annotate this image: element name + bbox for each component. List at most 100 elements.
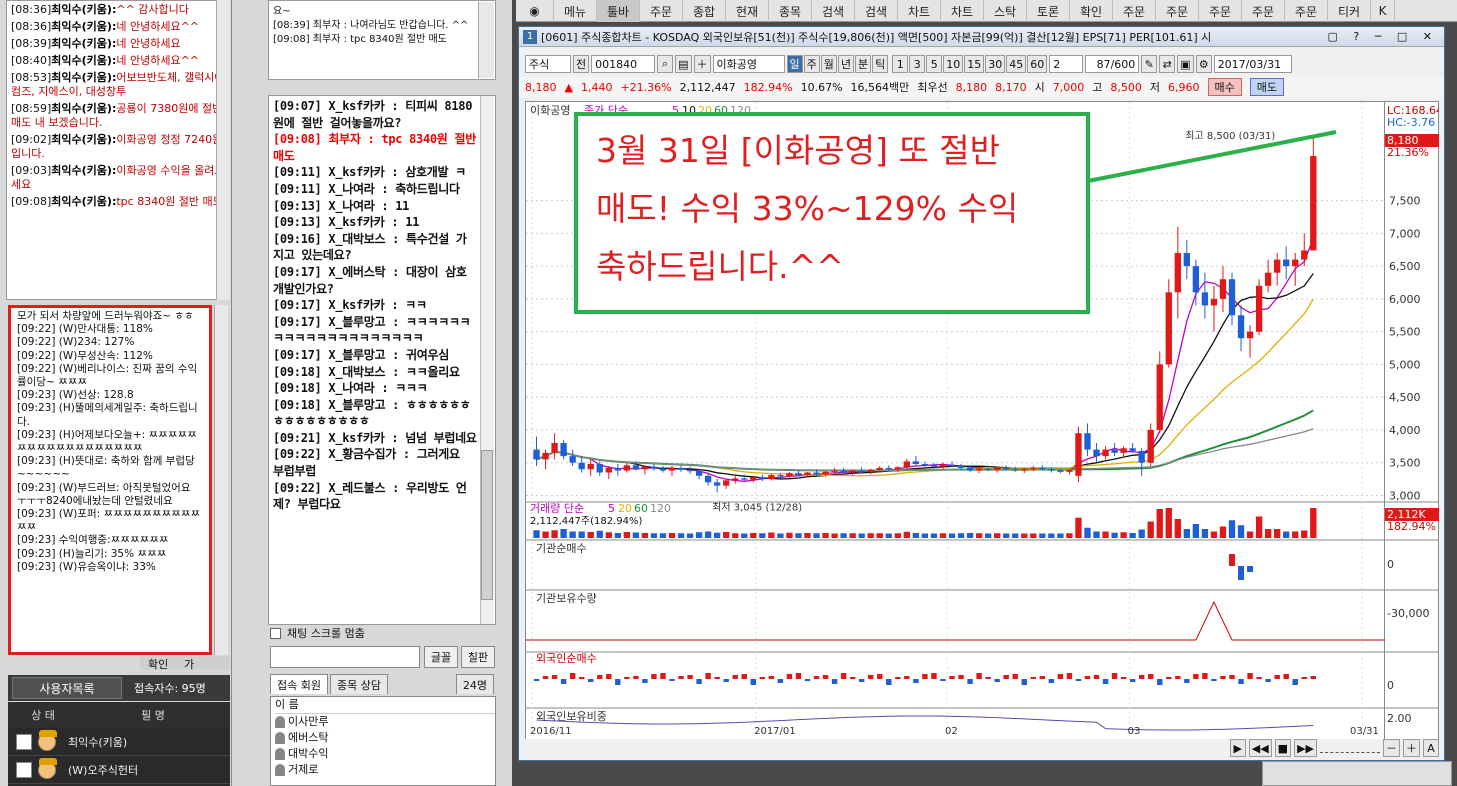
member-name: 대박수익	[288, 747, 329, 760]
user-name: (W)오주식헌터	[68, 763, 139, 777]
member-item[interactable]: 거제로	[275, 762, 495, 778]
forward-icon[interactable]: ▶▶	[1294, 739, 1317, 757]
market-select[interactable]: 주식	[525, 55, 571, 73]
search-icon[interactable]: ⌕	[657, 55, 674, 73]
menu-item[interactable]: 검색	[812, 0, 855, 22]
stock-name: 이화공영	[712, 55, 785, 73]
interval-button[interactable]: 1	[892, 55, 909, 73]
volume-bar	[822, 533, 829, 538]
tab-user-list[interactable]: 사용자목록	[12, 677, 122, 699]
user-row[interactable]: (W)오주식헌터	[8, 756, 230, 784]
menu-logo-icon[interactable]: ◉	[516, 0, 554, 22]
chat-input[interactable]	[270, 646, 420, 668]
top-chat-scrollbar[interactable]	[478, 2, 494, 78]
compare-icon[interactable]: ⇄	[1159, 55, 1176, 73]
save-icon[interactable]: ▣	[1177, 55, 1194, 73]
new-icon[interactable]: ＋	[693, 55, 711, 73]
scroll-lock-checkbox[interactable]	[270, 627, 281, 639]
scrollbar-thumb[interactable]	[481, 450, 493, 600]
tab-consult[interactable]: 종목 상담	[329, 674, 388, 694]
menu-item[interactable]: 주문	[1285, 0, 1328, 22]
user-checkbox[interactable]	[16, 733, 32, 750]
foreign-net-bar	[1175, 676, 1181, 679]
interval-button[interactable]: 5	[926, 55, 943, 73]
stop-icon[interactable]: ■	[1274, 739, 1292, 757]
zoom-in-icon[interactable]: ＋	[1403, 739, 1420, 757]
period-button[interactable]: 일	[786, 55, 803, 73]
volume-bar	[623, 532, 630, 538]
user-checkbox[interactable]	[16, 761, 32, 778]
person-icon	[275, 748, 285, 760]
candle-body	[533, 449, 540, 460]
menu-item[interactable]: 차트	[941, 0, 984, 22]
interval-select[interactable]: 2	[1049, 55, 1084, 73]
rewind-icon[interactable]: ◀◀	[1248, 739, 1272, 757]
confirm-button[interactable]: 확인	[148, 656, 168, 672]
sell-button[interactable]: 매도	[1249, 78, 1285, 96]
font-button[interactable]: 글꼴	[424, 646, 458, 668]
play-icon[interactable]: ▶	[1229, 739, 1246, 757]
candle-body	[939, 464, 947, 467]
menu-item[interactable]: 주문	[1113, 0, 1156, 22]
interval-button[interactable]: 15	[964, 55, 985, 73]
menu-item[interactable]: 툴바	[597, 0, 640, 22]
menu-item[interactable]: 검색	[855, 0, 898, 22]
code-input[interactable]: 001840	[591, 55, 656, 73]
user-row[interactable]: 최익수(키움)	[8, 728, 230, 756]
tab-members[interactable]: 접속 회원	[270, 674, 328, 694]
period-button[interactable]: 분	[855, 55, 872, 73]
menu-item[interactable]: 주문	[1242, 0, 1285, 22]
zoom-out-icon[interactable]: －	[1383, 739, 1400, 757]
tool-icon[interactable]: ✎	[1141, 55, 1158, 73]
menu-item[interactable]: 종목	[769, 0, 812, 22]
member-item[interactable]: 이사만루	[275, 714, 495, 730]
prev-button[interactable]: 전	[573, 55, 590, 73]
menu-item[interactable]: 메뉴	[554, 0, 597, 22]
interval-button[interactable]: 45	[1006, 55, 1027, 73]
board-button[interactable]: 칠판	[461, 646, 495, 668]
period-button[interactable]: 틱	[872, 55, 889, 73]
menu-item[interactable]: 토론	[1027, 0, 1070, 22]
chart-title-bar: 1 [0601] 주식종합차트 - KOSDAQ 외국인보유[51(천)] 주식…	[519, 27, 1444, 47]
chat-scrollbar[interactable]	[216, 0, 230, 300]
count-input[interactable]: 87/600	[1085, 55, 1140, 73]
menu-item[interactable]: 종합	[683, 0, 726, 22]
list-icon[interactable]: ▤	[675, 55, 692, 73]
menu-item[interactable]: 현재	[726, 0, 769, 22]
window-controls-icon[interactable]: ▢ ? ─ □ ✕	[1328, 30, 1438, 43]
menu-item[interactable]: 주문	[1199, 0, 1242, 22]
highlight-chat-scrollbar[interactable]	[214, 305, 228, 655]
msg-time: [09:03]	[11, 164, 52, 177]
menu-item[interactable]: 티커	[1328, 0, 1371, 22]
callout-pointer	[1087, 130, 1337, 183]
autoscale-icon[interactable]: A	[1423, 739, 1439, 757]
menu-item[interactable]: 확인	[1070, 0, 1113, 22]
foreign-net-bar	[1120, 677, 1127, 679]
menu-item[interactable]: K	[1371, 0, 1395, 22]
menu-item[interactable]: 스탁	[984, 0, 1027, 22]
interval-button[interactable]: 60	[1027, 55, 1048, 73]
foreign-net-bar	[669, 679, 675, 681]
gear-icon[interactable]: ⚙	[1195, 55, 1212, 73]
period-button[interactable]: 년	[837, 55, 855, 73]
foreign-net-bar	[542, 676, 549, 679]
member-item[interactable]: 에버스탁	[275, 730, 495, 746]
date-input[interactable]: 2017/03/31	[1213, 55, 1292, 73]
interval-button[interactable]: 3	[909, 55, 926, 73]
ga-button[interactable]: 가	[184, 656, 194, 672]
buy-button[interactable]: 매수	[1207, 78, 1242, 96]
menu-item[interactable]: 차트	[898, 0, 941, 22]
interval-button[interactable]: 30	[985, 55, 1006, 73]
menu-item[interactable]: 주문	[1156, 0, 1199, 22]
highlighted-chat-box: 모가 되서 차량앞에 드러누워야죠~ ㅎㅎ [09:22] (W)만사대통: 11…	[8, 305, 212, 655]
member-item[interactable]: 대박수익	[275, 746, 495, 762]
scroll-lock-row[interactable]: 채팅 스크롤 멈춤	[270, 624, 500, 642]
volume-bar	[831, 533, 838, 538]
person-icon	[275, 716, 285, 728]
highlight-message: [09:22] (W)무성산속: 112%	[17, 349, 153, 362]
zoom-slider[interactable]	[1320, 743, 1380, 753]
period-button[interactable]: 월	[820, 55, 837, 73]
menu-item[interactable]: 주문	[640, 0, 683, 22]
period-button[interactable]: 주	[803, 55, 820, 73]
interval-button[interactable]: 10	[943, 55, 964, 73]
